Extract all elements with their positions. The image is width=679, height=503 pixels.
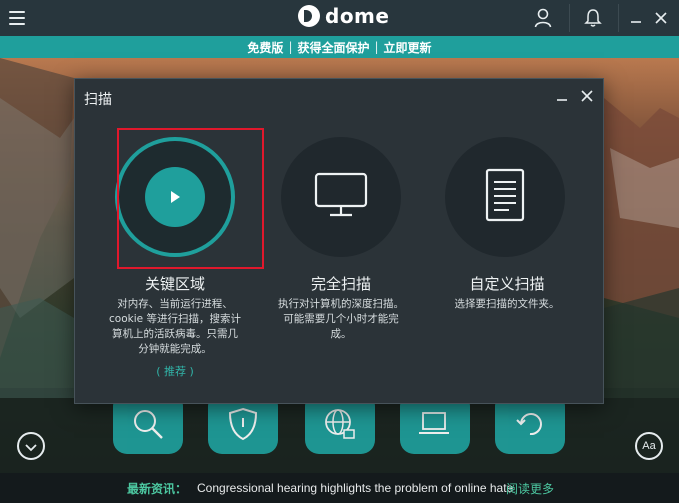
- tile-devices[interactable]: [400, 398, 470, 454]
- desc-line: 执行对计算机的深度扫描。: [278, 298, 404, 310]
- search-icon: [131, 407, 165, 445]
- news-label: 最新资讯：: [127, 481, 188, 496]
- full-scan-button[interactable]: [281, 137, 401, 257]
- desc-line: 可能需要几个小时才能完: [283, 313, 399, 325]
- news-bar: 最新资讯： Congressional hearing highlights t…: [0, 473, 679, 503]
- option-description: 选择要扫描的文件夹。: [427, 297, 587, 312]
- read-more-link[interactable]: 阅读更多: [506, 480, 554, 497]
- user-icon[interactable]: [528, 0, 558, 36]
- tile-shield[interactable]: [208, 398, 278, 454]
- monitor-icon: [314, 172, 368, 222]
- get-protection-link[interactable]: 获得全面保护: [297, 39, 369, 56]
- tile-update[interactable]: [495, 398, 565, 454]
- shield-icon: [228, 407, 258, 445]
- recommended-label: ( 推荐 ): [156, 365, 194, 378]
- option-title: 自定义扫描: [469, 275, 545, 293]
- option-description: 执行对计算机的深度扫描。 可能需要几个小时才能完 成。: [261, 297, 421, 342]
- separator: |: [288, 40, 293, 54]
- title-bar: dome: [0, 0, 679, 36]
- option-full-scan[interactable]: 完全扫描 执行对计算机的深度扫描。 可能需要几个小时才能完 成。: [261, 79, 421, 405]
- tile-search[interactable]: [113, 398, 183, 454]
- desc-line: 分钟就能完成。: [138, 343, 212, 355]
- free-version-label: 免费版: [247, 40, 284, 55]
- custom-scan-button[interactable]: [445, 137, 565, 257]
- desc-line: cookie 等进行扫描，搜索计: [109, 313, 241, 325]
- desc-line: 算机上的活跃病毒。只需几: [112, 328, 238, 340]
- desc-line: 选择要扫描的文件夹。: [454, 298, 560, 310]
- selection-highlight: [117, 128, 264, 269]
- separator: |: [374, 40, 379, 54]
- option-title: 完全扫描: [310, 275, 371, 293]
- renew-now-link[interactable]: 立即更新: [384, 39, 432, 56]
- desc-line: 成。: [330, 328, 352, 340]
- refresh-icon: [513, 407, 547, 445]
- chevron-down-icon: [25, 437, 37, 456]
- option-title: 关键区域: [144, 275, 205, 293]
- option-critical-areas[interactable]: 关键区域 对内存、当前运行进程、 cookie 等进行扫描，搜索计 算机上的活跃…: [95, 79, 264, 405]
- dome-logo: dome: [298, 4, 389, 28]
- scan-dialog: 扫描 关键区域 对内存、当前运行进程、 cookie 等进行扫描，搜索计 算机上…: [74, 78, 604, 404]
- promo-banner: 免费版 | 获得全面保护 | 立即更新: [0, 36, 679, 58]
- news-headline[interactable]: Congressional hearing highlights the pro…: [197, 481, 513, 495]
- minimize-icon[interactable]: [626, 0, 646, 36]
- logo-text: dome: [325, 4, 390, 28]
- close-icon[interactable]: [651, 0, 671, 36]
- devices-icon: [417, 409, 453, 443]
- document-icon: [485, 168, 525, 226]
- panda-logo-icon: [298, 5, 320, 27]
- titlebar-divider: [569, 4, 570, 32]
- option-description: 对内存、当前运行进程、 cookie 等进行扫描，搜索计 算机上的活跃病毒。只需…: [95, 297, 255, 357]
- titlebar-divider: [618, 4, 619, 32]
- expand-down-button[interactable]: [17, 432, 45, 460]
- panda-dome-app: dome 免费版 | 获得全面保护 | 立即更新 Aa 最新资讯： Congre…: [0, 0, 679, 503]
- hamburger-menu-icon[interactable]: [9, 11, 25, 25]
- font-size-button[interactable]: Aa: [635, 432, 663, 460]
- globe-lock-icon: [322, 406, 358, 446]
- tile-web-protection[interactable]: [305, 398, 375, 454]
- desc-line: 对内存、当前运行进程、: [117, 298, 233, 310]
- option-custom-scan[interactable]: 自定义扫描 选择要扫描的文件夹。: [427, 79, 587, 405]
- bell-icon[interactable]: [578, 0, 608, 36]
